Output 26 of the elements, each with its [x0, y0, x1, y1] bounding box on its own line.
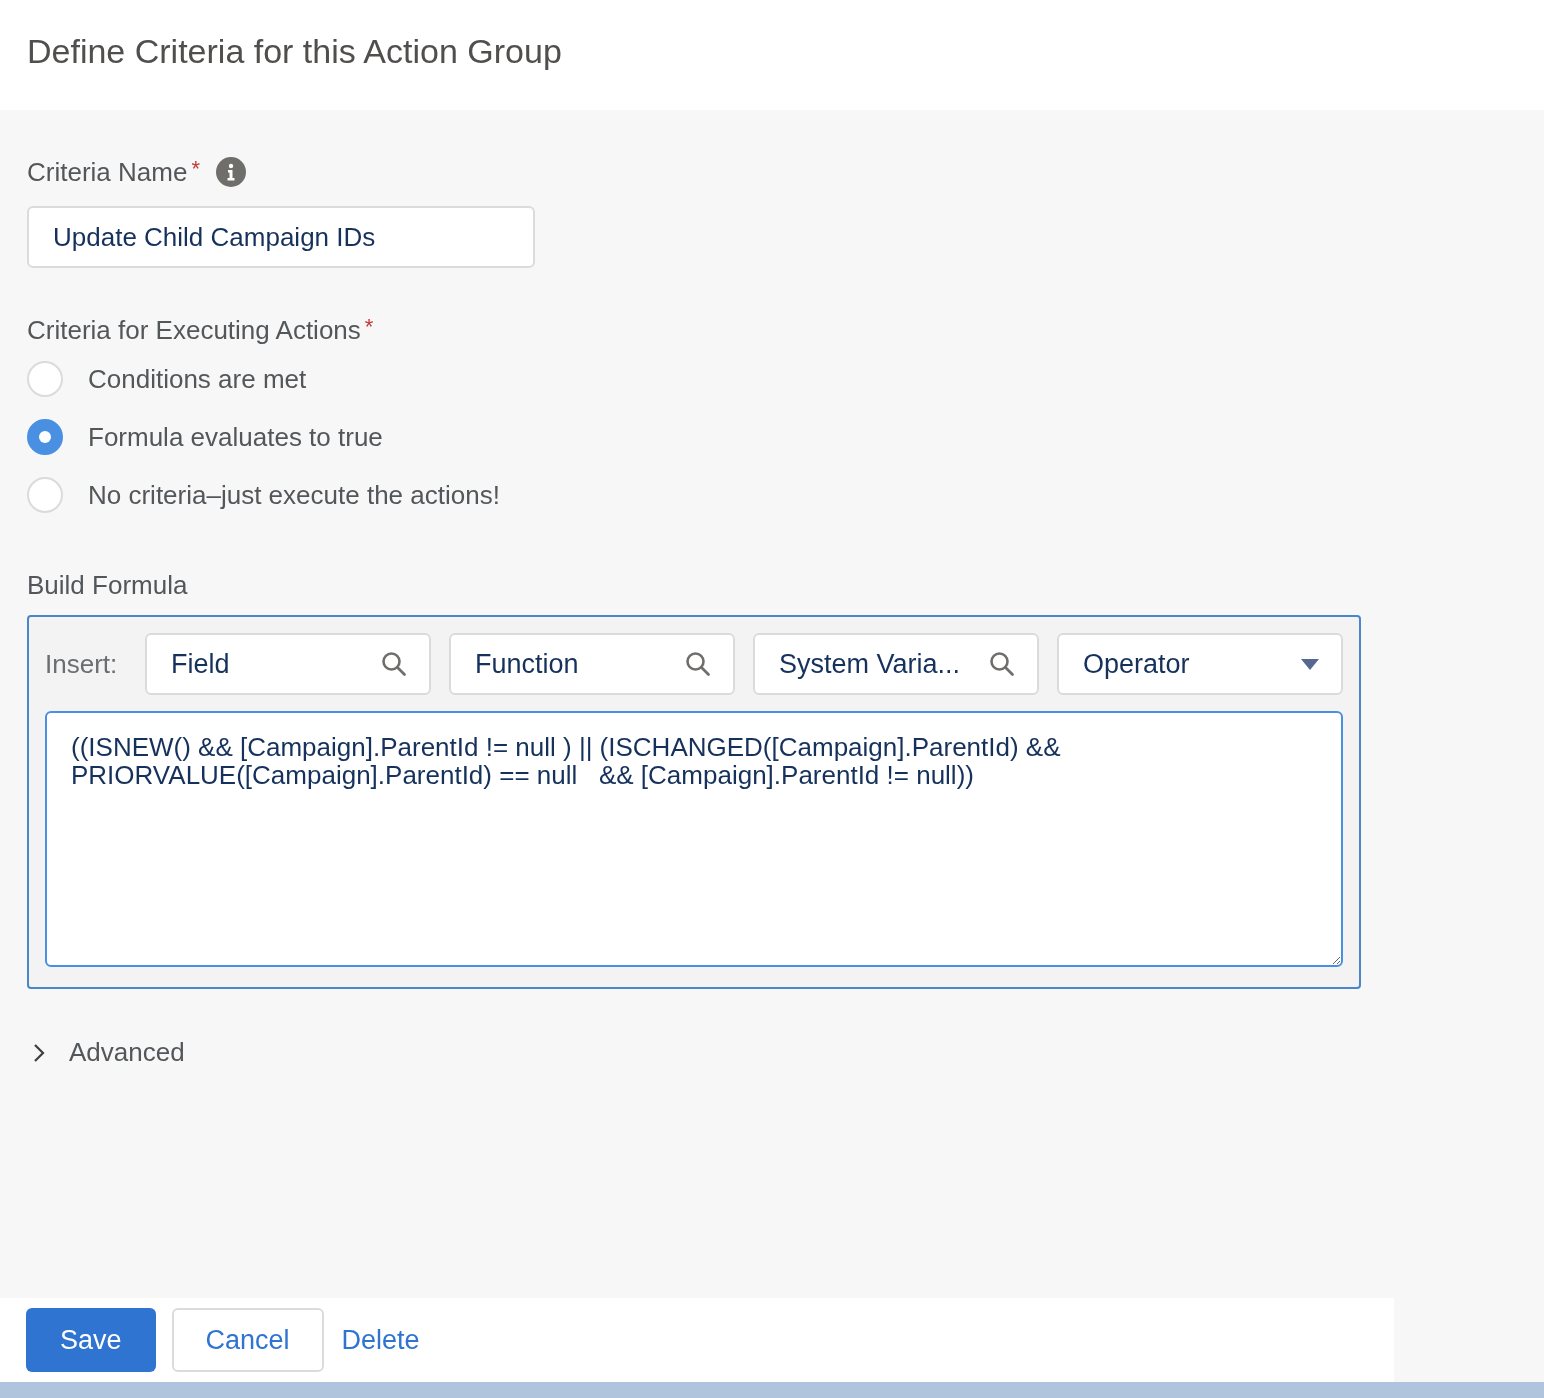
- insert-label: Insert:: [45, 648, 119, 680]
- operator-dropdown[interactable]: Operator: [1057, 633, 1343, 695]
- search-icon: [989, 651, 1015, 677]
- required-mark: *: [191, 156, 200, 182]
- search-icon: [381, 651, 407, 677]
- search-combobox[interactable]: Function: [449, 633, 735, 695]
- save-button[interactable]: Save: [26, 1308, 156, 1372]
- page-title: Define Criteria for this Action Group: [27, 31, 562, 71]
- section-label: Build Formula: [27, 570, 189, 601]
- criteria-name-field[interactable]: Update Child Campaign IDs: [27, 206, 535, 268]
- search-combobox[interactable]: Field: [145, 633, 431, 695]
- delete-link[interactable]: Delete: [339, 1308, 422, 1372]
- radio-button[interactable]: [27, 419, 63, 455]
- required-mark: *: [364, 314, 374, 340]
- radio-label[interactable]: Formula evaluates to true: [88, 421, 383, 453]
- field-label: Criteria Name: [27, 156, 188, 188]
- radio-label[interactable]: No criteria–just execute the actions!: [88, 479, 500, 511]
- formula-field[interactable]: ((ISNEW() && [Campaign].ParentId != null ) || (ISCHANGED([Campaign].ParentId) && PRIORVALUE([Campaign].ParentId) == null && [Campaign].ParentId != null)): [45, 711, 1343, 967]
- info-icon[interactable]: [215, 157, 246, 187]
- advanced-toggle[interactable]: Advanced: [27, 1037, 185, 1068]
- cancel-button[interactable]: Cancel: [171, 1308, 324, 1372]
- radio-label[interactable]: Conditions are met: [88, 363, 307, 395]
- search-icon: [685, 651, 711, 677]
- search-combobox[interactable]: System Varia...: [753, 633, 1039, 695]
- field-label: Criteria for Executing Actions: [27, 314, 361, 346]
- caret-icon: [1301, 658, 1319, 670]
